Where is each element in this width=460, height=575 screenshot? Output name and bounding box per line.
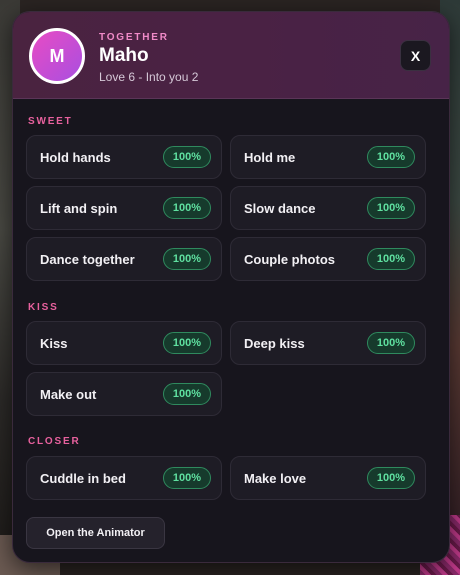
action-lift-and-spin[interactable]: Lift and spin 100% (26, 186, 222, 230)
action-dance-together[interactable]: Dance together 100% (26, 237, 222, 281)
action-label: Make love (244, 470, 307, 486)
percent-badge: 100% (367, 197, 415, 219)
action-make-love[interactable]: Make love 100% (230, 456, 426, 500)
open-animator-button[interactable]: Open the Animator (26, 517, 165, 549)
percent-badge: 100% (367, 467, 415, 489)
header-kicker: TOGETHER (99, 32, 169, 43)
action-label: Dance together (40, 251, 135, 267)
section-title-closer: CLOSER (28, 436, 81, 447)
action-kiss[interactable]: Kiss 100% (26, 321, 222, 365)
percent-badge: 100% (163, 197, 211, 219)
percent-badge: 100% (367, 248, 415, 270)
action-make-out[interactable]: Make out 100% (26, 372, 222, 416)
relationship-status: Love 6 - Into you 2 (99, 70, 199, 84)
percent-badge: 100% (367, 146, 415, 168)
action-hold-me[interactable]: Hold me 100% (230, 135, 426, 179)
action-deep-kiss[interactable]: Deep kiss 100% (230, 321, 426, 365)
action-label: Make out (40, 386, 97, 402)
action-label: Hold hands (40, 149, 111, 165)
panel-header: M TOGETHER Maho Love 6 - Into you 2 X (13, 12, 449, 99)
action-hold-hands[interactable]: Hold hands 100% (26, 135, 222, 179)
action-slow-dance[interactable]: Slow dance 100% (230, 186, 426, 230)
section-title-kiss: KISS (28, 302, 59, 313)
percent-badge: 100% (163, 383, 211, 405)
partner-name: Maho (99, 45, 149, 66)
percent-badge: 100% (163, 248, 211, 270)
action-label: Slow dance (244, 200, 316, 216)
section-title-sweet: SWEET (28, 116, 73, 127)
action-couple-photos[interactable]: Couple photos 100% (230, 237, 426, 281)
percent-badge: 100% (163, 146, 211, 168)
action-cuddle-in-bed[interactable]: Cuddle in bed 100% (26, 456, 222, 500)
together-panel: M TOGETHER Maho Love 6 - Into you 2 X SW… (12, 11, 450, 563)
action-label: Cuddle in bed (40, 470, 126, 486)
action-label: Kiss (40, 335, 68, 351)
action-label: Couple photos (244, 251, 335, 267)
avatar: M (29, 28, 85, 84)
percent-badge: 100% (367, 332, 415, 354)
close-button[interactable]: X (400, 40, 431, 71)
action-label: Hold me (244, 149, 296, 165)
action-label: Lift and spin (40, 200, 118, 216)
percent-badge: 100% (163, 467, 211, 489)
action-label: Deep kiss (244, 335, 305, 351)
percent-badge: 100% (163, 332, 211, 354)
